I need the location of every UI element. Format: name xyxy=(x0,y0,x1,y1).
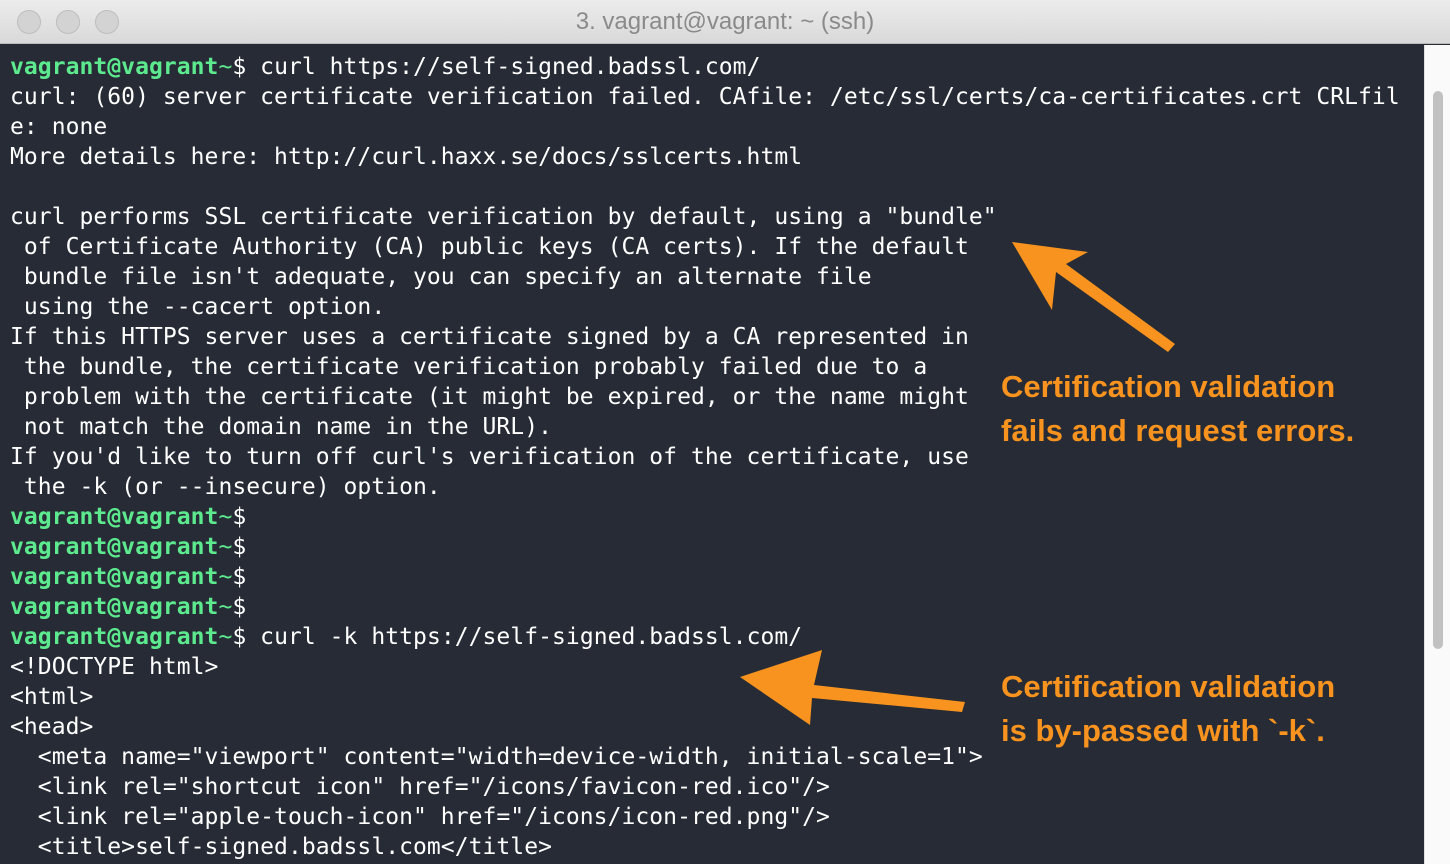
annotation-top: Certification validation fails and reque… xyxy=(1001,369,1355,448)
prompt-user: vagrant@vagrant xyxy=(10,54,219,80)
output-line: <!DOCTYPE html> xyxy=(10,654,219,680)
prompt-tilde: ~ xyxy=(218,624,233,650)
prompt-tilde: ~ xyxy=(218,564,233,590)
output-line: curl: (60) server certificate verificati… xyxy=(10,84,1400,110)
annotation-bottom: Certification validation is by-passed wi… xyxy=(1001,669,1336,748)
prompt-cwd: ~$ xyxy=(218,594,246,620)
output-line: of Certificate Authority (CA) public key… xyxy=(10,234,969,260)
output-line: <head> xyxy=(10,714,94,740)
prompt-dollar: $ xyxy=(232,564,247,590)
prompt-user: vagrant@vagrant xyxy=(10,534,219,560)
output-line: <link rel="shortcut icon" href="/icons/f… xyxy=(10,774,830,800)
output-line: using the --cacert option. xyxy=(10,294,386,320)
prompt-user: vagrant@vagrant xyxy=(10,564,219,590)
output-line: If you'd like to turn off curl's verific… xyxy=(10,444,969,470)
prompt-user: vagrant@vagrant xyxy=(10,504,219,530)
output-line: curl performs SSL certificate verificati… xyxy=(10,204,997,230)
prompt-line: vagrant@vagrant~$ xyxy=(10,592,246,622)
prompt-tilde: ~ xyxy=(218,534,233,560)
prompt-cwd: ~$ xyxy=(218,504,246,530)
output-line: <html> xyxy=(10,684,94,710)
output-line: bundle file isn't adequate, you can spec… xyxy=(10,264,872,290)
prompt-dollar: $ xyxy=(232,504,247,530)
prompt-tilde: ~ xyxy=(218,594,233,620)
output-line: the bundle, the certificate verification… xyxy=(10,354,928,380)
prompt-line: vagrant@vagrant~$ curl https://self-sign… xyxy=(10,52,760,82)
output-line: <title>self-signed.badssl.com</title> xyxy=(10,834,552,860)
output-line: the -k (or --insecure) option. xyxy=(10,474,441,500)
prompt-cwd: ~$ xyxy=(218,564,246,590)
prompt-dollar: $ xyxy=(232,534,247,560)
prompt-tilde: ~ xyxy=(218,54,233,80)
window-titlebar: 3. vagrant@vagrant: ~ (ssh) xyxy=(0,0,1450,44)
prompt-dollar: $ xyxy=(232,624,247,650)
window-title: 3. vagrant@vagrant: ~ (ssh) xyxy=(575,8,875,35)
prompt-line: vagrant@vagrant~$ curl -k https://self-s… xyxy=(10,622,802,652)
vertical-scrollbar[interactable] xyxy=(1424,45,1450,864)
prompt-line: vagrant@vagrant~$ xyxy=(10,562,246,592)
prompt-tilde: ~ xyxy=(218,504,233,530)
prompt-dollar: $ xyxy=(232,594,247,620)
prompt-line: vagrant@vagrant~$ xyxy=(10,532,246,562)
prompt-cwd: ~$ xyxy=(218,534,246,560)
output-line: e: none xyxy=(10,114,108,140)
output-line: If this HTTPS server uses a certificate … xyxy=(10,324,969,350)
command-text: curl -k https://self-signed.badssl.com/ xyxy=(246,624,803,650)
prompt-user: vagrant@vagrant xyxy=(10,594,219,620)
command-text: curl https://self-signed.badssl.com/ xyxy=(246,54,761,80)
output-line: problem with the certificate (it might b… xyxy=(10,384,969,410)
output-line: <meta name="viewport" content="width=dev… xyxy=(10,744,983,770)
prompt-line: vagrant@vagrant~$ xyxy=(10,502,246,532)
prompt-cwd: ~$ xyxy=(218,54,246,80)
output-line: More details here: http://curl.haxx.se/d… xyxy=(10,144,803,170)
scrollbar-thumb[interactable] xyxy=(1433,91,1443,649)
prompt-user: vagrant@vagrant xyxy=(10,624,219,650)
output-line: <link rel="apple-touch-icon" href="/icon… xyxy=(10,804,830,830)
output-line: not match the domain name in the URL). xyxy=(10,414,552,440)
prompt-cwd: ~$ xyxy=(218,624,246,650)
prompt-dollar: $ xyxy=(232,54,247,80)
